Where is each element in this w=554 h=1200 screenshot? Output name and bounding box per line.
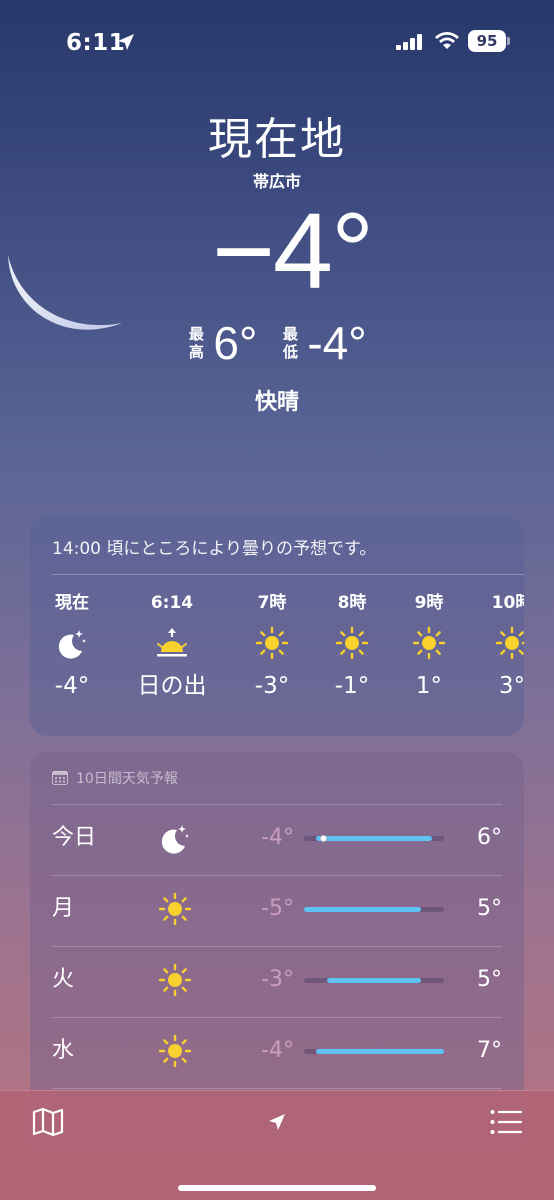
sun-icon xyxy=(495,626,524,660)
battery-nub xyxy=(507,37,510,45)
day-name: 月 xyxy=(52,896,75,921)
hourly-forecast-card[interactable]: 14:00 頃にところにより曇りの予想です。 現在 -4° 6:14 日の出 7… xyxy=(30,516,524,736)
temp-range-bar xyxy=(315,1049,444,1054)
daily-header-label: 10日間天気予報 xyxy=(76,771,178,787)
list-icon[interactable] xyxy=(490,1109,522,1135)
temp-range-track xyxy=(304,1049,444,1054)
hour-temp: -1° xyxy=(334,673,370,699)
hourly-summary: 14:00 頃にところにより曇りの予想です。 xyxy=(52,539,377,559)
hour-item[interactable]: 8時 -1° xyxy=(312,592,392,700)
sunrise-icon xyxy=(157,628,187,657)
divider xyxy=(52,574,524,575)
day-low-temp: -4° xyxy=(261,825,294,850)
location-arrow-icon[interactable] xyxy=(268,1113,286,1131)
location-arrow-icon xyxy=(118,34,134,50)
sun-icon xyxy=(255,626,289,660)
low-label: 最低 xyxy=(282,325,298,361)
bottom-toolbar xyxy=(0,1090,554,1200)
divider xyxy=(52,1088,502,1089)
sun-icon xyxy=(335,626,369,660)
temp-range-track xyxy=(304,835,444,842)
day-high-temp: 5° xyxy=(477,967,502,992)
day-low-temp: -5° xyxy=(261,896,294,921)
day-low-temp: -4° xyxy=(261,1038,294,1063)
status-bar: 6:11 95 xyxy=(0,0,554,80)
temp-range-track xyxy=(304,907,444,912)
divider xyxy=(52,804,502,805)
sun-icon xyxy=(158,892,192,926)
home-indicator xyxy=(178,1185,376,1191)
temp-range-track xyxy=(304,978,444,983)
battery-icon: 95 xyxy=(468,30,506,52)
hour-temp: 3° xyxy=(498,673,524,699)
day-name: 今日 xyxy=(52,825,97,850)
moon-stars-icon xyxy=(161,825,189,854)
hour-item[interactable]: 9時 1° xyxy=(389,592,469,700)
temp-range-bar xyxy=(327,978,421,983)
divider xyxy=(52,946,502,947)
temp-range-bar xyxy=(304,907,421,912)
hour-temp: 1° xyxy=(415,673,443,699)
day-high-temp: 7° xyxy=(477,1038,502,1063)
day-high-temp: 6° xyxy=(477,825,502,850)
current-weather-hero: 現在地 帯広市 −4° 最高 6° 最低 -4° 快晴 xyxy=(0,110,554,416)
high-temp: 6° xyxy=(213,317,258,369)
moon-stars-icon xyxy=(58,630,86,659)
day-name: 火 xyxy=(52,967,75,992)
high-low: 最高 6° 最低 -4° xyxy=(0,318,554,368)
hour-temp: -3° xyxy=(254,673,290,699)
sun-icon xyxy=(412,626,446,660)
wifi-icon xyxy=(435,32,459,49)
calendar-icon xyxy=(52,771,68,785)
day-row[interactable]: 今日 -4° 6° xyxy=(30,804,524,875)
hour-label: 10時 xyxy=(491,593,524,613)
sun-icon xyxy=(158,1034,192,1068)
hour-item[interactable]: 現在 -4° xyxy=(32,592,112,700)
day-row[interactable]: 水 -4° 7° xyxy=(30,1017,524,1088)
current-temperature: −4° xyxy=(211,190,374,311)
divider xyxy=(52,875,502,876)
sun-icon xyxy=(158,963,192,997)
hour-label: 現在 xyxy=(55,593,89,613)
condition-text: 快晴 xyxy=(254,390,299,415)
temp-range-bar xyxy=(315,836,433,841)
high-label: 最高 xyxy=(188,325,204,361)
location-subtitle: 帯広市 xyxy=(252,172,301,191)
day-high-temp: 5° xyxy=(477,896,502,921)
daily-header: 10日間天気予報 xyxy=(52,768,178,788)
hour-label: 7時 xyxy=(257,593,287,613)
day-row[interactable]: 火 -3° 5° xyxy=(30,946,524,1017)
hour-item[interactable]: 7時 -3° xyxy=(232,592,312,700)
map-icon[interactable] xyxy=(32,1107,64,1137)
low-temp-group: 最低 -4° xyxy=(281,317,367,369)
hour-temp: -4° xyxy=(54,673,90,699)
hour-item[interactable]: 6:14 日の出 xyxy=(132,592,212,700)
divider xyxy=(52,1017,502,1018)
hour-item[interactable]: 10時 3° xyxy=(472,592,524,700)
high-temp-group: 最高 6° xyxy=(187,317,258,369)
day-name: 水 xyxy=(52,1038,75,1063)
current-temp-dot xyxy=(319,835,327,842)
day-low-temp: -3° xyxy=(261,967,294,992)
location-title: 現在地 xyxy=(208,114,346,165)
hour-label: 8時 xyxy=(337,593,367,613)
signal-icon xyxy=(396,34,422,50)
hour-temp: 日の出 xyxy=(137,673,207,699)
day-row[interactable]: 月 -5° 5° xyxy=(30,875,524,946)
hour-label: 9時 xyxy=(414,593,444,613)
hour-label: 6:14 xyxy=(150,593,194,613)
low-temp: -4° xyxy=(307,317,367,369)
